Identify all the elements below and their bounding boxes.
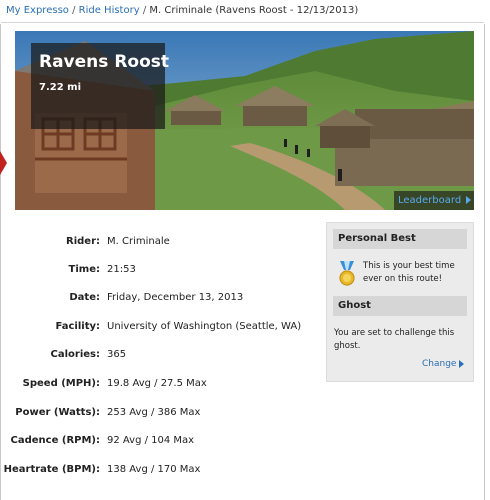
sidebar-panel: Personal Best This is your best time eve… bbox=[326, 222, 474, 382]
stat-label: Calories: bbox=[50, 349, 100, 360]
stat-value: Friday, December 13, 2013 bbox=[107, 292, 244, 303]
stat-label: Rider: bbox=[66, 236, 100, 247]
stat-row-rider: Rider: M. Criminale bbox=[0, 234, 320, 250]
stat-label: Facility: bbox=[55, 321, 100, 332]
stat-value: M. Criminale bbox=[107, 236, 170, 247]
stat-row-date: Date: Friday, December 13, 2013 bbox=[0, 290, 320, 306]
stat-label: Power (Watts): bbox=[15, 407, 100, 418]
ghost-change-link[interactable]: Change bbox=[422, 358, 465, 370]
play-triangle-icon bbox=[459, 359, 465, 368]
stat-value: 253 Avg / 386 Max bbox=[107, 407, 201, 418]
stat-value: 21:53 bbox=[107, 264, 136, 275]
stat-value: 365 bbox=[107, 349, 127, 360]
leaderboard-label: Leaderboard bbox=[398, 195, 462, 206]
stat-value: University of Washington (Seattle, WA) bbox=[107, 321, 302, 332]
ghost-text: You are set to challenge this ghost. bbox=[334, 328, 455, 351]
stat-row-power: Power (Watts): 253 Avg / 386 Max bbox=[0, 405, 320, 421]
stat-value: 19.8 Avg / 27.5 Max bbox=[107, 378, 207, 389]
route-distance: 7.22 mi bbox=[39, 82, 82, 93]
breadcrumb-my-expresso-link[interactable]: My Expresso bbox=[6, 5, 69, 16]
personal-best-heading: Personal Best bbox=[333, 229, 467, 249]
ghost-heading: Ghost bbox=[333, 296, 467, 316]
page-border-right bbox=[484, 24, 485, 500]
breadcrumb-separator: / bbox=[72, 5, 76, 16]
medal-icon bbox=[339, 261, 355, 286]
stat-row-time: Time: 21:53 bbox=[0, 262, 320, 278]
stat-row-speed: Speed (MPH): 19.8 Avg / 27.5 Max bbox=[0, 376, 320, 392]
stat-label: Speed (MPH): bbox=[22, 378, 100, 389]
breadcrumb: My Expresso / Ride History / M. Criminal… bbox=[6, 3, 484, 21]
breadcrumb-separator: / bbox=[142, 5, 147, 16]
stat-value: 138 Avg / 170 Max bbox=[107, 464, 201, 475]
stat-row-facility: Facility: University of Washington (Seat… bbox=[0, 319, 320, 335]
change-label: Change bbox=[422, 359, 457, 369]
header-divider bbox=[1, 22, 484, 23]
route-hero-image: Ravens Roost 7.22 mi Leaderboard bbox=[15, 31, 474, 210]
stat-label: Cadence (RPM): bbox=[10, 435, 100, 446]
stat-row-calories: Calories: 365 bbox=[0, 347, 320, 363]
stat-row-heartrate: Heartrate (BPM): 138 Avg / 170 Max bbox=[0, 462, 320, 478]
personal-best-text: This is your best time ever on this rout… bbox=[363, 261, 455, 284]
stat-value: 92 Avg / 104 Max bbox=[107, 435, 195, 446]
breadcrumb-ride-history-link[interactable]: Ride History bbox=[79, 5, 140, 16]
route-name: Ravens Roost bbox=[39, 52, 170, 72]
route-pointer-arrow-icon bbox=[0, 151, 7, 175]
stat-row-cadence: Cadence (RPM): 92 Avg / 104 Max bbox=[0, 433, 320, 449]
play-triangle-icon bbox=[466, 196, 472, 204]
stat-label: Time: bbox=[68, 264, 100, 275]
stat-label: Date: bbox=[69, 292, 100, 303]
leaderboard-link[interactable]: Leaderboard bbox=[394, 191, 474, 210]
stat-label: Heartrate (BPM): bbox=[3, 464, 100, 475]
breadcrumb-current: M. Criminale (Ravens Roost - 12/13/2013) bbox=[149, 5, 359, 16]
